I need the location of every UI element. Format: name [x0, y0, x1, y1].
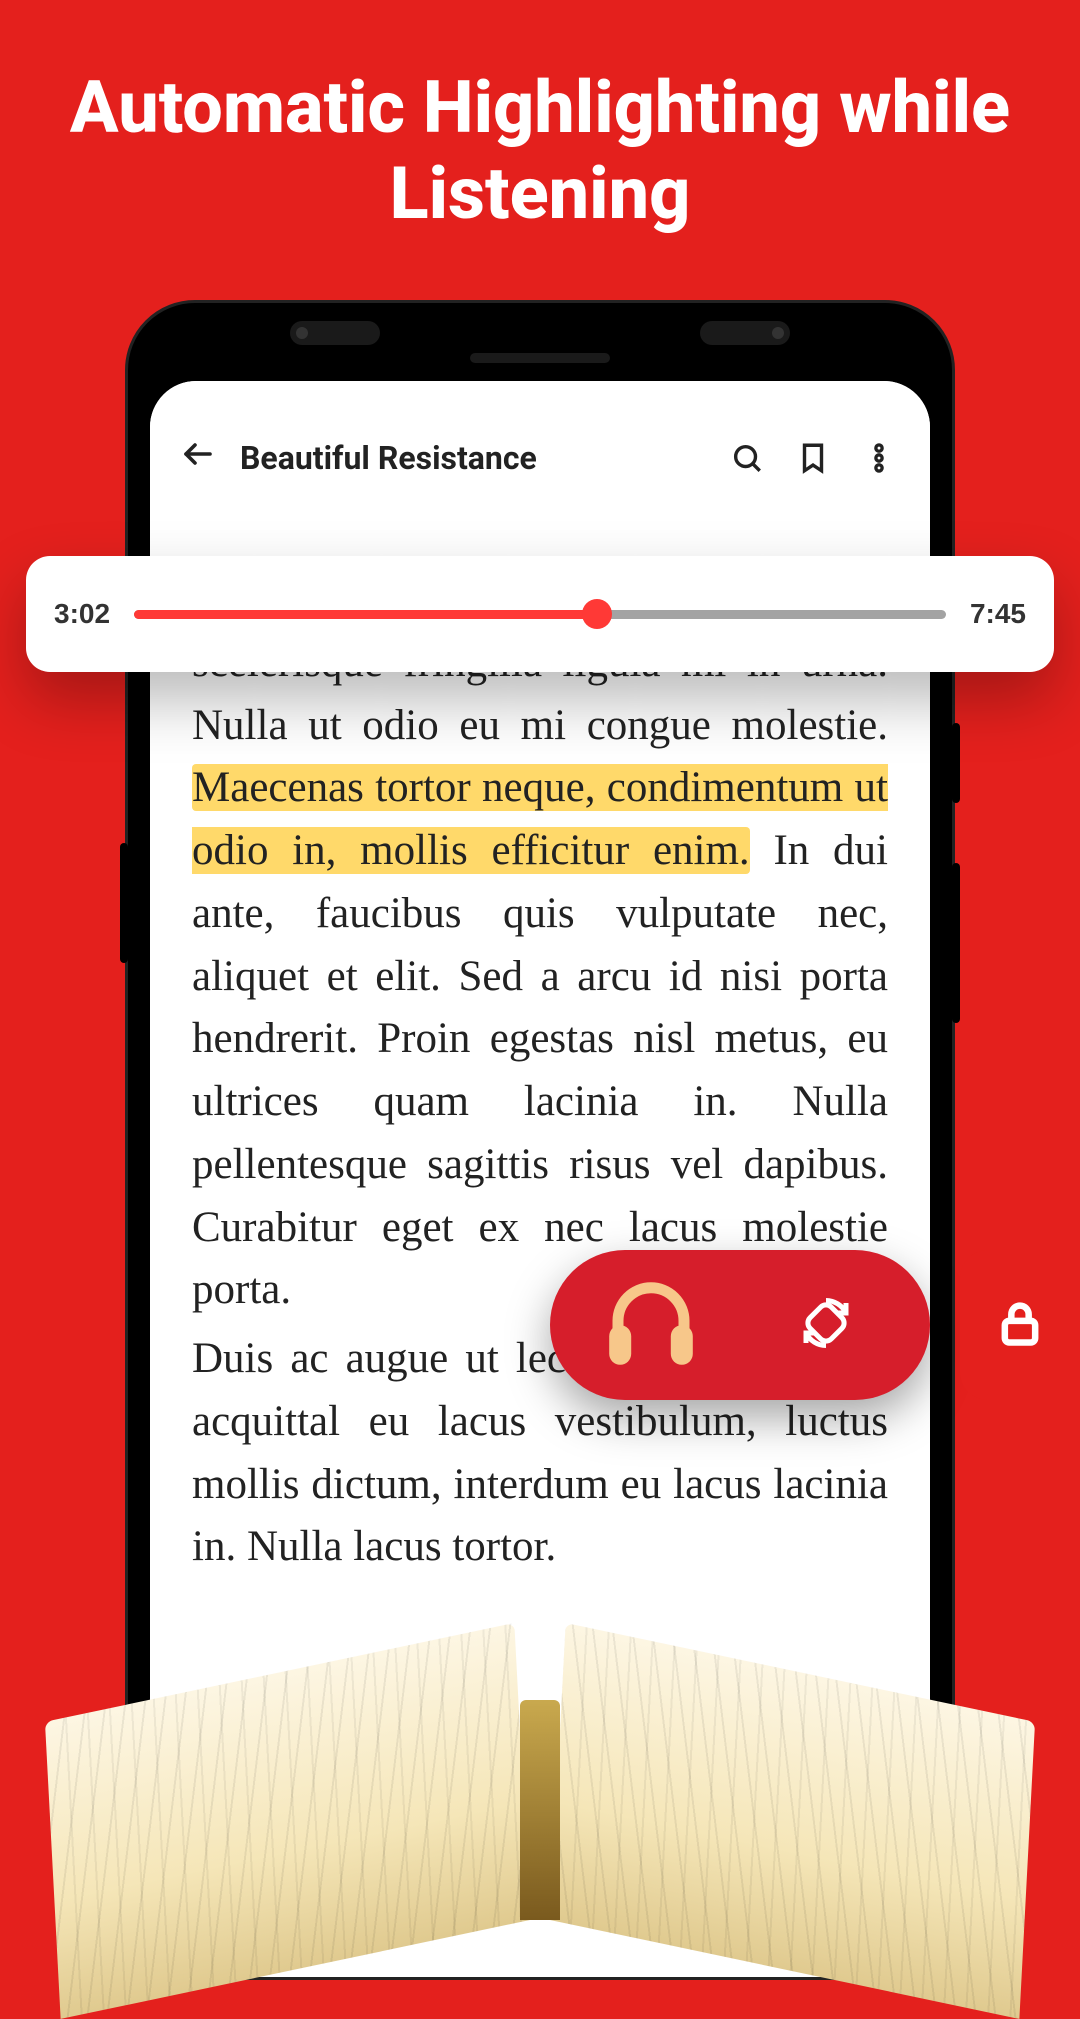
progress-fill: [134, 610, 597, 619]
marketing-headline: Automatic Highlighting while Listening: [0, 0, 1080, 238]
headphones-icon: [596, 1268, 706, 1382]
lock-icon: [994, 1297, 1046, 1353]
book-title: Beautiful Resistance: [240, 439, 702, 477]
total-time: 7:45: [970, 598, 1026, 630]
progress-slider[interactable]: [134, 607, 946, 621]
progress-thumb[interactable]: [582, 599, 612, 629]
current-time: 3:02: [54, 598, 110, 630]
auto-rotate-icon[interactable]: [796, 1293, 856, 1357]
phone-speaker: [470, 353, 610, 363]
phone-side-button: [952, 863, 960, 1023]
app-header: Beautiful Resistance: [150, 381, 930, 501]
phone-frame: Beautiful Resistance eleifend porttitor,…: [125, 300, 955, 1980]
audio-progress-card: 3:02 7:45: [26, 556, 1054, 672]
reader-text[interactable]: eleifend porttitor, orci est vehicula ve…: [192, 569, 888, 1585]
phone-sensor: [290, 321, 380, 345]
lock-button[interactable]: [960, 1250, 1080, 1400]
bookmark-icon[interactable]: [792, 441, 834, 475]
more-icon[interactable]: [858, 441, 900, 475]
listen-pill[interactable]: [550, 1250, 930, 1400]
phone-side-button: [120, 843, 128, 963]
phone-side-button: [952, 723, 960, 803]
body-text: In dui ante, faucibus quis vulputate nec…: [192, 827, 888, 1313]
search-icon[interactable]: [726, 441, 768, 475]
phone-sensor: [700, 321, 790, 345]
back-icon[interactable]: [180, 436, 216, 481]
